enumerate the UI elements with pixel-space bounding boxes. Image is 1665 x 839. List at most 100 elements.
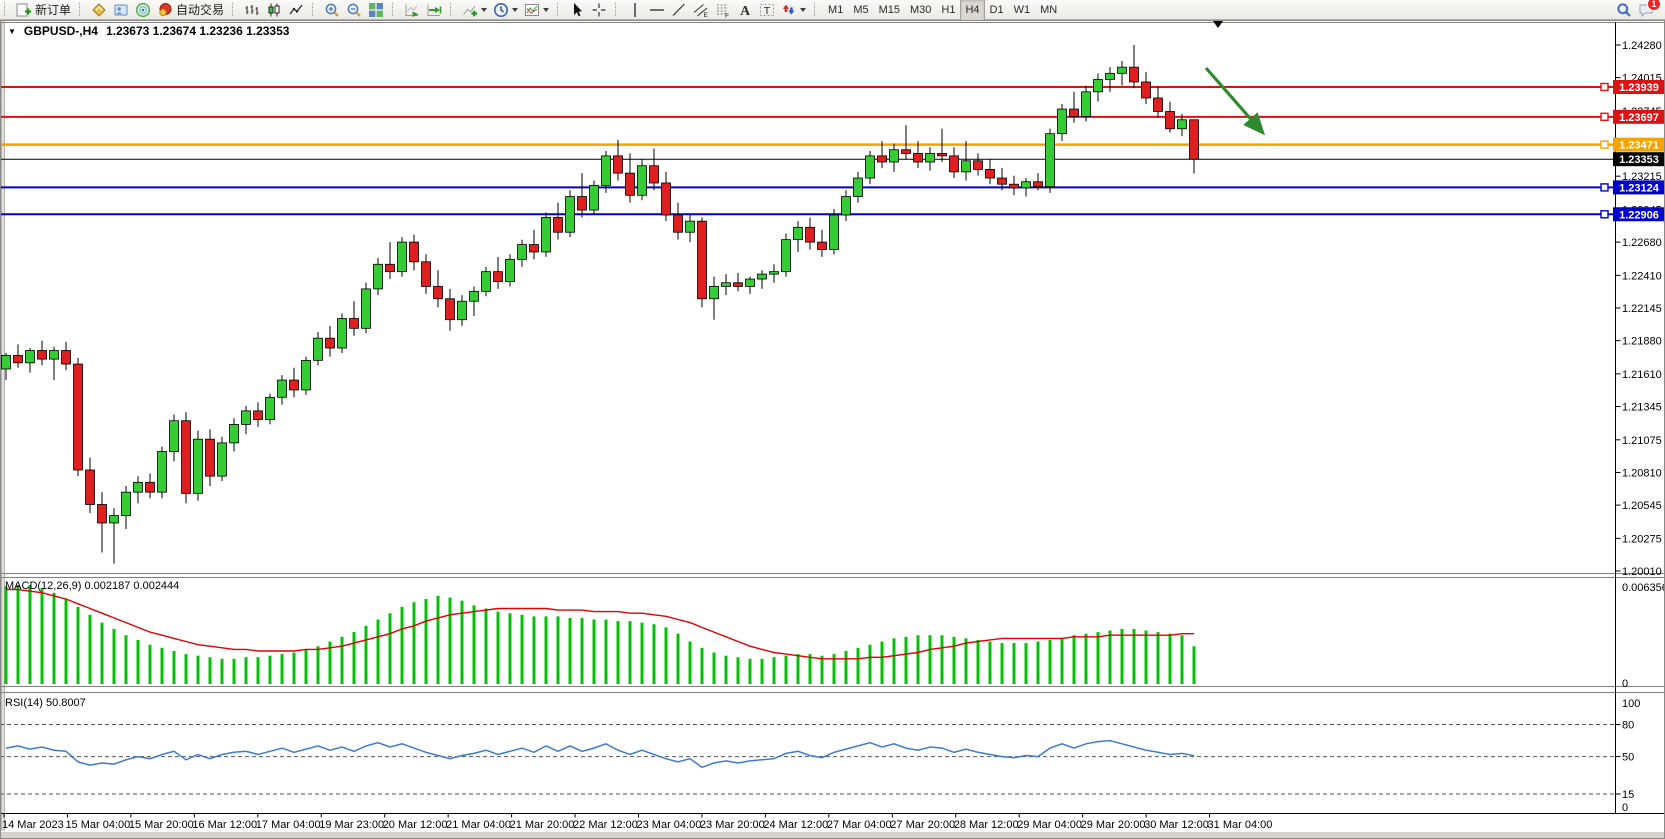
new-order-button-label: 新订单 — [35, 1, 71, 18]
candle — [1166, 112, 1175, 129]
candle — [578, 197, 587, 211]
candle — [458, 301, 467, 319]
candle — [506, 259, 515, 281]
rsi-axis-label: 80 — [1622, 720, 1634, 732]
vline-icon — [627, 2, 643, 18]
time-tick-label: 31 Mar 04:00 — [1208, 819, 1273, 831]
styler-button[interactable] — [88, 0, 110, 21]
candle — [1130, 67, 1139, 82]
candle — [770, 272, 779, 274]
candle — [1142, 82, 1151, 98]
text-icon: A — [737, 2, 753, 18]
tf-w1[interactable]: W1 — [1009, 0, 1036, 21]
notifications-button[interactable]: 1 — [1635, 0, 1657, 21]
macd-axis-max: 0.006356 — [1622, 582, 1665, 594]
rsi-axis-label: 15 — [1622, 789, 1634, 801]
arrows-icon — [781, 2, 797, 18]
candle — [494, 272, 503, 282]
candle — [590, 185, 599, 210]
candle — [2, 355, 11, 369]
candle — [254, 411, 263, 420]
hline-handle-1.23471[interactable] — [1601, 141, 1608, 148]
profiles-button[interactable] — [110, 0, 132, 21]
price-tick-label: 1.20545 — [1622, 500, 1662, 512]
signals-button[interactable] — [132, 0, 154, 21]
time-tick-label: 28 Mar 12:00 — [954, 819, 1019, 831]
crosshair-button[interactable] — [588, 0, 610, 21]
candle — [1106, 73, 1115, 79]
vertical-line-button[interactable] — [624, 0, 646, 21]
price-badge-1.23697: 1.23697 — [1619, 112, 1659, 124]
time-tick-label: 17 Mar 04:00 — [256, 819, 321, 831]
chart-canvas[interactable]: 1.242801.240151.237451.234801.232151.229… — [0, 20, 1665, 839]
time-tick-label: 29 Mar 20:00 — [1081, 819, 1146, 831]
zoom-out-icon — [346, 2, 362, 18]
trendline-button[interactable] — [668, 0, 690, 21]
autotrading-button[interactable]: 自动交易 — [154, 0, 227, 21]
svg-text:T: T — [764, 5, 771, 17]
autotrading-icon — [157, 2, 173, 18]
toolbar-group-scroll — [390, 0, 448, 19]
candle — [1034, 182, 1043, 187]
text-button[interactable]: A — [734, 0, 756, 21]
cursor-button[interactable] — [566, 0, 588, 21]
price-tick-label: 1.20010 — [1622, 566, 1662, 578]
label-button[interactable]: T — [756, 0, 778, 21]
arrows-button[interactable] — [778, 0, 809, 21]
fibonacci-button[interactable]: F — [712, 0, 734, 21]
line-chart-button[interactable] — [285, 0, 307, 21]
tf-h1[interactable]: H1 — [936, 0, 960, 21]
candlestick-button[interactable] — [263, 0, 285, 21]
bar-chart-button[interactable] — [241, 0, 263, 21]
hline-handle-1.23124[interactable] — [1601, 184, 1608, 191]
price-tick-label: 1.21345 — [1622, 402, 1662, 414]
tf-m15[interactable]: M15 — [874, 0, 905, 21]
time-tick-label: 21 Mar 04:00 — [446, 819, 511, 831]
zoom-out-button[interactable] — [343, 0, 365, 21]
hline-handle-1.22906[interactable] — [1601, 211, 1608, 218]
time-tick-label: 22 Mar 12:00 — [573, 819, 638, 831]
candle — [482, 272, 491, 292]
tf-mn[interactable]: MN — [1035, 0, 1062, 21]
chart-window[interactable]: 1.242801.240151.237451.234801.232151.229… — [0, 20, 1665, 839]
candle — [374, 264, 383, 289]
indicators-button[interactable] — [459, 0, 490, 21]
new-order-icon — [16, 2, 32, 18]
tf-h1-label: H1 — [941, 4, 955, 16]
tile-windows-button[interactable] — [365, 0, 387, 21]
candle — [902, 150, 911, 154]
candle — [434, 286, 443, 298]
candle — [962, 161, 971, 172]
candle — [194, 439, 203, 493]
price-tick-label: 1.20275 — [1622, 533, 1662, 545]
tf-m5[interactable]: M5 — [848, 0, 873, 21]
candle — [1046, 134, 1055, 187]
candle — [182, 421, 191, 494]
candle — [1094, 79, 1103, 91]
tf-m30[interactable]: M30 — [905, 0, 936, 21]
channel-button[interactable]: E — [690, 0, 712, 21]
horizontal-line-button[interactable] — [646, 0, 668, 21]
templates-button[interactable] — [521, 0, 552, 21]
chart-shift-button[interactable] — [423, 0, 445, 21]
candle — [302, 360, 311, 390]
dropdown-caret-icon — [481, 8, 487, 12]
new-order-button[interactable]: 新订单 — [13, 0, 74, 21]
candle — [110, 516, 119, 523]
candle — [86, 470, 95, 504]
auto-scroll-button[interactable] — [401, 0, 423, 21]
periods-button[interactable] — [490, 0, 521, 21]
price-tick-label: 1.21880 — [1622, 336, 1662, 348]
tf-d1[interactable]: D1 — [985, 0, 1009, 21]
tf-h4-label: H4 — [965, 4, 979, 16]
hline-handle-1.23939[interactable] — [1601, 84, 1608, 91]
candle — [314, 338, 323, 360]
time-tick-label: 15 Mar 20:00 — [129, 819, 194, 831]
candle — [326, 338, 335, 348]
tf-h4[interactable]: H4 — [960, 0, 984, 21]
hline-handle-1.23697[interactable] — [1601, 113, 1608, 120]
search-button[interactable] — [1613, 0, 1635, 21]
candle — [626, 173, 635, 195]
zoom-in-button[interactable] — [321, 0, 343, 21]
tf-m1[interactable]: M1 — [823, 0, 848, 21]
